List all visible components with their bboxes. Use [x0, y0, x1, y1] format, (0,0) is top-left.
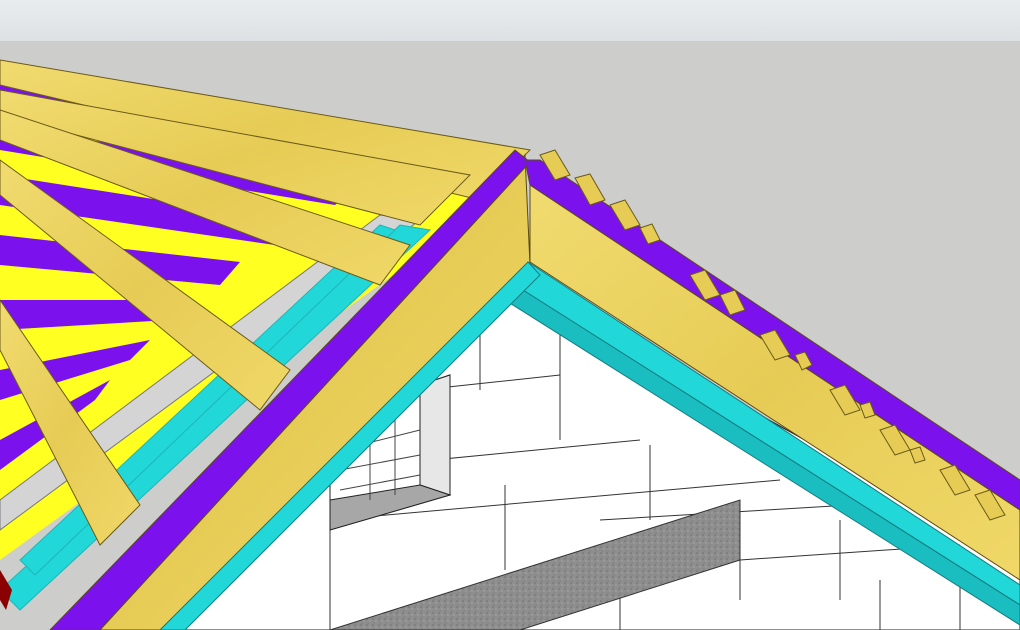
toolbar — [0, 0, 1020, 42]
modeling-app-window — [0, 0, 1020, 630]
roof-model-scene[interactable] — [0, 41, 1020, 630]
3d-viewport[interactable] — [0, 41, 1020, 630]
